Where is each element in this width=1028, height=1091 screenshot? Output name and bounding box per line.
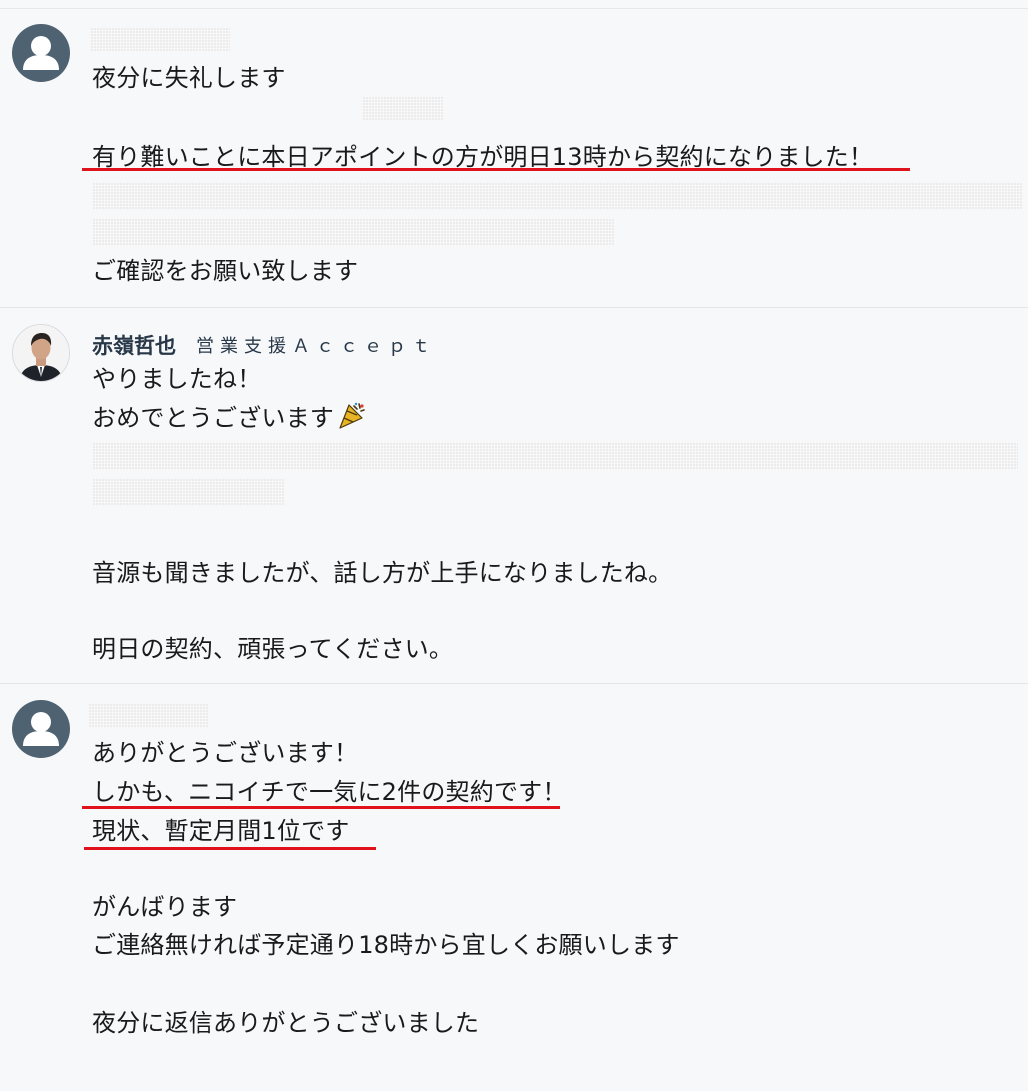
user-placeholder-icon[interactable] (12, 24, 70, 82)
message-text: ありがとうございます！ (92, 739, 359, 767)
message-text: ご確認をお願い致します (92, 257, 359, 285)
profile-photo-avatar[interactable] (12, 324, 70, 382)
sender-name[interactable]: 赤嶺哲也 (92, 330, 176, 360)
red-highlight-underline (84, 847, 376, 850)
message-text: ご連絡無ければ予定通り18時から宜しくお願いします (92, 931, 680, 959)
message-text: 夜分に返信ありがとうございました (92, 1009, 480, 1037)
redacted-text (92, 182, 1022, 210)
message-2: 赤嶺哲也 営業支援Ａｃｃｅｐｔ やりましたね！ おめでとうございます 音源も聞き… (0, 308, 1028, 683)
redacted-text (92, 478, 284, 506)
message-3: ありがとうございます！ しかも、ニコイチで一気に2件の契約です！ 現状、暫定月間… (0, 684, 1028, 1091)
message-line-with-emoji: おめでとうございます (92, 402, 366, 437)
redacted-sender-name (88, 704, 208, 728)
red-highlight-underline (82, 806, 560, 809)
redacted-sender-name (90, 28, 230, 52)
chat-thread: 夜分に失礼します 有り難いことに本日アポイントの方が明日13時から契約になりまし… (0, 0, 1028, 1091)
message-1: 夜分に失礼します 有り難いことに本日アポイントの方が明日13時から契約になりまし… (0, 0, 1028, 307)
message-text: 音源も聞きましたが、話し方が上手になりましたね。 (92, 559, 673, 587)
user-placeholder-icon[interactable] (12, 700, 70, 758)
party-popper-icon (336, 402, 366, 437)
profile-photo (13, 325, 69, 381)
message-text: 明日の契約、頑張ってください。 (92, 635, 454, 663)
message-text: やりましたね！ (92, 365, 262, 393)
highlighted-message-text: しかも、ニコイチで一気に2件の契約です！ (92, 778, 567, 806)
highlighted-message-text: 現状、暫定月間1位です (92, 817, 350, 845)
sender-organization: 営業支援Ａｃｃｅｐｔ (196, 336, 436, 357)
redacted-text (92, 218, 614, 246)
red-highlight-underline (82, 168, 910, 171)
redacted-text (362, 97, 444, 121)
message-text: 夜分に失礼します (92, 64, 286, 92)
redacted-text (92, 442, 1018, 470)
message-text: おめでとうございます (92, 404, 334, 432)
message-text: がんばります (92, 893, 238, 921)
